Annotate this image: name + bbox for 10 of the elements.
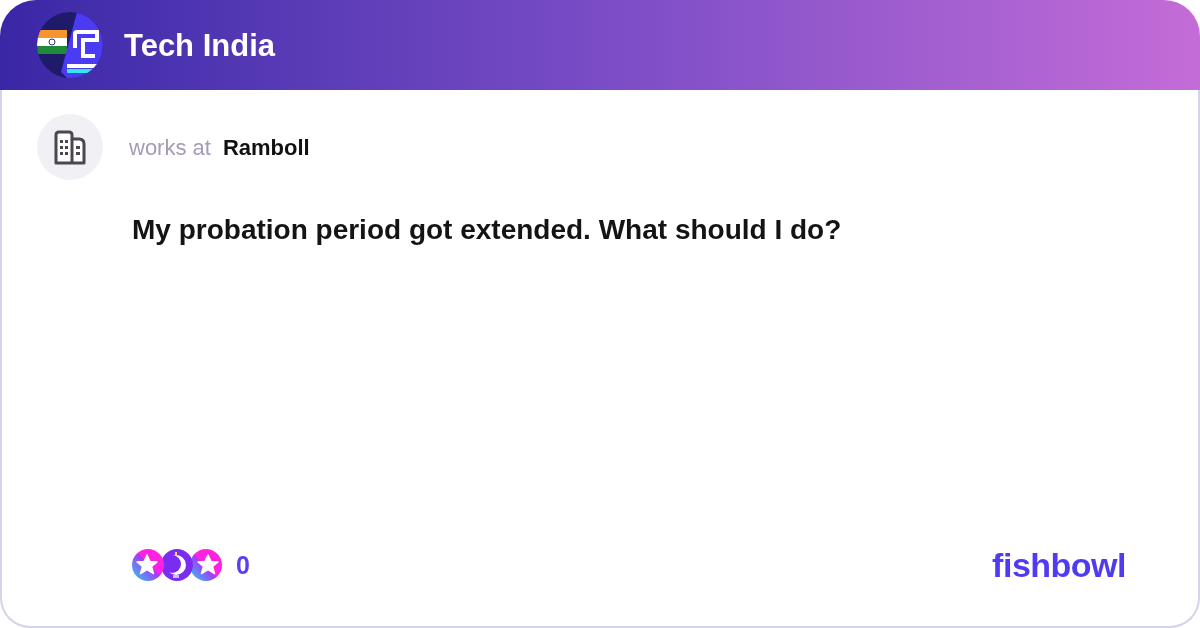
building-icon [52, 129, 88, 165]
reaction-count: 0 [236, 552, 250, 578]
channel-title: Tech India [124, 29, 275, 61]
crescent-reaction-icon [161, 549, 193, 581]
brand-wordmark: fishbowl [992, 548, 1126, 582]
star-reaction-icon [190, 549, 222, 581]
company-name: Ramboll [222, 133, 310, 162]
works-at-label: works at [129, 133, 211, 162]
post-question: My probation period got extended. What should I do? [132, 213, 843, 247]
star-reaction-icon [132, 549, 164, 581]
